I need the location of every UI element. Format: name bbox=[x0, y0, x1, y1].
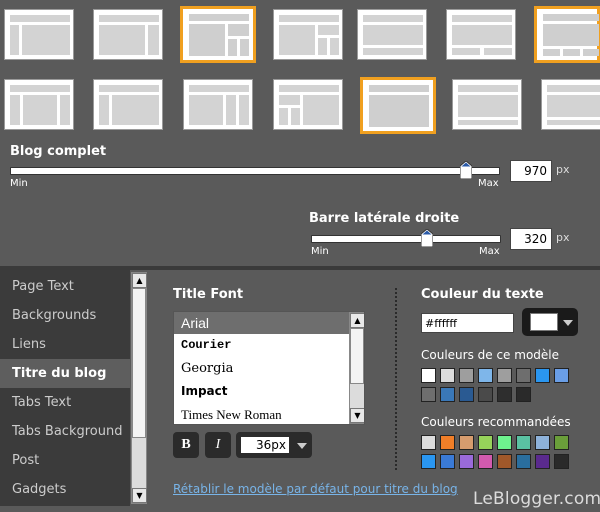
text-color-heading: Couleur du texte bbox=[421, 287, 544, 302]
recommended-colors-label: Couleurs recommandées bbox=[421, 415, 571, 429]
layout-option-right-sidebar[interactable] bbox=[93, 9, 163, 60]
font-size-value[interactable]: 36px bbox=[241, 437, 289, 453]
template-color-swatch[interactable] bbox=[535, 368, 550, 383]
color-picker-button[interactable] bbox=[522, 308, 578, 336]
sidebar-width-unit: px bbox=[556, 231, 570, 244]
chevron-down-icon[interactable] bbox=[297, 443, 307, 449]
sidebar-scrollbar[interactable]: ▲ ▼ bbox=[131, 272, 147, 504]
sidebar-width-label: Barre latérale droite bbox=[309, 211, 460, 226]
sidebar-item-tabs-background[interactable]: Tabs Background bbox=[0, 417, 130, 446]
recommended-color-swatch[interactable] bbox=[478, 454, 493, 469]
layout-option-left-double[interactable] bbox=[273, 79, 343, 130]
scroll-down-icon[interactable]: ▼ bbox=[350, 408, 364, 423]
template-color-swatch[interactable] bbox=[421, 387, 436, 402]
template-color-swatch[interactable] bbox=[554, 368, 569, 383]
sidebar-nav: Page Text Backgrounds Liens Titre du blo… bbox=[0, 270, 130, 506]
recommended-color-swatch[interactable] bbox=[440, 454, 455, 469]
slider-handle-icon bbox=[459, 161, 472, 179]
blog-width-slider-track[interactable] bbox=[10, 167, 500, 175]
template-colors-label: Couleurs de ce modèle bbox=[421, 348, 560, 362]
scroll-up-icon[interactable]: ▲ bbox=[132, 273, 147, 288]
recommended-color-swatch[interactable] bbox=[478, 435, 493, 450]
layout-option-footer-2col[interactable] bbox=[446, 9, 516, 60]
sidebar-item-gadgets[interactable]: Gadgets bbox=[0, 475, 130, 504]
sidebar-item-page-text[interactable]: Page Text bbox=[0, 272, 130, 301]
layout-option-full-width[interactable] bbox=[360, 77, 436, 134]
slider-handle-icon bbox=[420, 229, 433, 247]
sidebar-item-tabs-text[interactable]: Tabs Text bbox=[0, 388, 130, 417]
layout-option-right-double[interactable] bbox=[93, 79, 163, 130]
column-separator bbox=[395, 288, 397, 470]
recommended-color-swatch[interactable] bbox=[554, 454, 569, 469]
font-list-scroll-thumb[interactable] bbox=[350, 328, 364, 384]
layout-option-single-footer[interactable] bbox=[357, 9, 427, 60]
template-color-swatch[interactable] bbox=[421, 368, 436, 383]
sidebar-item-titre-du-blog[interactable]: Titre du blog bbox=[0, 359, 130, 388]
recommended-color-swatch[interactable] bbox=[535, 435, 550, 450]
sidebar-width-input[interactable]: 320 bbox=[510, 228, 552, 250]
template-color-swatch[interactable] bbox=[497, 368, 512, 383]
sidebar-scroll-thumb[interactable] bbox=[132, 288, 146, 438]
template-color-swatch[interactable] bbox=[459, 387, 474, 402]
blog-width-input[interactable]: 970 bbox=[510, 160, 552, 182]
recommended-color-swatch[interactable] bbox=[421, 454, 436, 469]
hex-color-input[interactable]: #ffffff bbox=[421, 313, 514, 333]
sidebar-width-slider-handle[interactable] bbox=[420, 229, 433, 247]
font-list-scrollbar[interactable]: ▲ ▼ bbox=[349, 312, 364, 424]
title-font-heading: Title Font bbox=[173, 287, 244, 302]
blog-width-min-label: Min bbox=[10, 178, 28, 189]
italic-button[interactable]: I bbox=[205, 432, 231, 458]
watermark-text: LeBlogger.com bbox=[473, 489, 600, 509]
template-color-swatch[interactable] bbox=[516, 368, 531, 383]
chevron-down-icon[interactable] bbox=[563, 320, 573, 326]
sidebar-item-liens[interactable]: Liens bbox=[0, 330, 130, 359]
current-color-swatch bbox=[530, 313, 558, 331]
recommended-color-swatch[interactable] bbox=[440, 435, 455, 450]
template-color-swatch[interactable] bbox=[459, 368, 474, 383]
layout-option-footer-3col[interactable] bbox=[534, 6, 600, 63]
recommended-color-swatch[interactable] bbox=[459, 435, 474, 450]
font-list[interactable]: Arial Courier Georgia Impact Times New R… bbox=[173, 311, 365, 425]
template-color-swatch[interactable] bbox=[497, 387, 512, 402]
layout-option-two-right[interactable] bbox=[183, 79, 253, 130]
recommended-color-swatch[interactable] bbox=[535, 454, 550, 469]
font-option-courier[interactable]: Courier bbox=[174, 335, 349, 357]
font-option-impact[interactable]: Impact bbox=[174, 381, 349, 403]
template-color-swatch[interactable] bbox=[440, 368, 455, 383]
layout-option-right-split[interactable] bbox=[273, 9, 343, 60]
layout-option-full-width-footer[interactable] bbox=[452, 79, 522, 130]
template-color-swatch[interactable] bbox=[516, 387, 531, 402]
font-option-georgia[interactable]: Georgia bbox=[174, 358, 349, 380]
sidebar-width-max-label: Max bbox=[479, 246, 500, 257]
font-option-arial[interactable]: Arial bbox=[174, 312, 349, 334]
sidebar-item-backgrounds[interactable]: Backgrounds bbox=[0, 301, 130, 330]
layout-option-left-sidebar[interactable] bbox=[4, 9, 74, 60]
layout-option-full-width-footer2[interactable] bbox=[541, 79, 600, 130]
blog-width-label: Blog complet bbox=[10, 144, 107, 159]
recommended-color-swatch[interactable] bbox=[554, 435, 569, 450]
layout-option-both-sidebars[interactable] bbox=[4, 79, 74, 130]
template-color-swatch[interactable] bbox=[478, 368, 493, 383]
layout-option-right-2col-split[interactable] bbox=[180, 6, 256, 63]
recommended-color-swatch[interactable] bbox=[516, 454, 531, 469]
font-size-select[interactable]: 36px bbox=[236, 432, 312, 458]
sidebar-item-post[interactable]: Post bbox=[0, 446, 130, 475]
reset-template-link[interactable]: Rétablir le modèle par défaut pour titre… bbox=[173, 482, 458, 496]
bold-button[interactable]: B bbox=[173, 432, 199, 458]
recommended-color-swatch[interactable] bbox=[516, 435, 531, 450]
template-color-swatch[interactable] bbox=[440, 387, 455, 402]
sidebar-width-slider-track[interactable] bbox=[311, 235, 501, 243]
recommended-color-swatch[interactable] bbox=[421, 435, 436, 450]
scroll-up-icon[interactable]: ▲ bbox=[350, 313, 364, 328]
blog-width-unit: px bbox=[556, 163, 570, 176]
font-option-times-new-roman[interactable]: Times New Roman bbox=[174, 404, 349, 424]
recommended-color-swatch[interactable] bbox=[497, 454, 512, 469]
sidebar-width-min-label: Min bbox=[311, 246, 329, 257]
scroll-down-icon[interactable]: ▼ bbox=[132, 488, 147, 503]
template-color-swatch[interactable] bbox=[478, 387, 493, 402]
blog-width-max-label: Max bbox=[478, 178, 499, 189]
recommended-color-swatch[interactable] bbox=[497, 435, 512, 450]
recommended-color-swatch[interactable] bbox=[459, 454, 474, 469]
blog-width-slider-handle[interactable] bbox=[459, 161, 472, 179]
